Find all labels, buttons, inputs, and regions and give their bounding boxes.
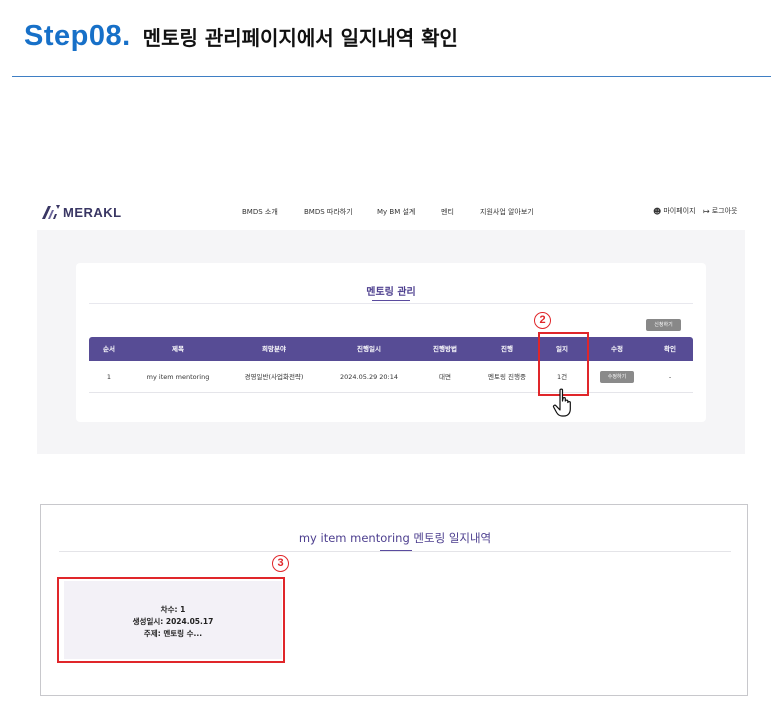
nav-bmds-intro[interactable]: BMDS 소개 bbox=[242, 207, 278, 217]
col-order: 순서 bbox=[103, 345, 115, 353]
step-title: 멘토링 관리페이지에서 일지내역 확인 bbox=[142, 26, 458, 50]
user-icon: ☻ bbox=[653, 206, 662, 216]
merakl-logo[interactable]: MERAKL bbox=[41, 204, 122, 220]
header-divider bbox=[12, 76, 771, 77]
logout-label: 로그아웃 bbox=[711, 207, 738, 215]
col-subject: 제목 bbox=[172, 345, 184, 353]
mypage-label: 마이페이지 bbox=[663, 207, 696, 215]
cell-method: 대면 bbox=[439, 373, 451, 381]
merakl-logo-icon bbox=[42, 205, 60, 219]
hand-pointer-icon bbox=[552, 388, 571, 417]
col-status: 진행 bbox=[501, 345, 513, 353]
page-header: Step08. 멘토링 관리페이지에서 일지내역 확인 bbox=[24, 20, 458, 53]
journal-title: my item mentoring 멘토링 일지내역 bbox=[298, 531, 492, 545]
nav-support-programs[interactable]: 지원사업 알아보기 bbox=[480, 207, 534, 217]
logout-link[interactable]: ↦ 로그아웃 bbox=[703, 206, 737, 216]
cell-subject: my item mentoring bbox=[146, 373, 210, 381]
journal-column-highlight bbox=[538, 332, 589, 396]
edit-button[interactable]: 수정하기 bbox=[600, 371, 634, 383]
table-header: 순서 제목 희망분야 진행일시 진행방법 진행 일지 수정 확인 bbox=[89, 337, 693, 361]
mypage-link[interactable]: ☻ 마이페이지 bbox=[653, 206, 696, 216]
col-datetime: 진행일시 bbox=[357, 345, 381, 353]
nav-mentee[interactable]: 멘티 bbox=[441, 207, 454, 217]
table-row: 1 my item mentoring 경영일반(사업화전략) 2024.05.… bbox=[89, 361, 693, 393]
col-field: 희망분야 bbox=[262, 345, 286, 353]
journal-divider bbox=[59, 551, 731, 552]
mentoring-management-screenshot: MERAKL BMDS 소개 BMDS 따라하기 My BM 설계 멘티 지원사… bbox=[37, 194, 745, 454]
annotation-badge-2: 2 bbox=[534, 312, 551, 329]
logo-text: MERAKL bbox=[63, 204, 122, 220]
logout-icon: ↦ bbox=[703, 206, 710, 216]
step-number: Step08. bbox=[24, 20, 131, 52]
nav-bmds-follow[interactable]: BMDS 따라하기 bbox=[304, 207, 353, 217]
col-method: 진행방법 bbox=[433, 345, 457, 353]
title-underline bbox=[372, 300, 410, 301]
card-divider bbox=[89, 303, 693, 304]
cell-status: 멘토링 진행중 bbox=[488, 373, 526, 381]
cell-field: 경영일반(사업화전략) bbox=[244, 373, 304, 381]
mentoring-title: 멘토링 관리 bbox=[366, 287, 416, 298]
annotation-badge-3: 3 bbox=[272, 555, 289, 572]
cell-datetime: 2024.05.29 20:14 bbox=[339, 373, 399, 381]
journal-entry-highlight bbox=[57, 577, 285, 663]
apply-button[interactable]: 신청하기 bbox=[646, 319, 681, 331]
mentoring-card: 멘토링 관리 신청하기 순서 제목 희망분야 진행일시 진행방법 진행 일지 수… bbox=[76, 263, 706, 422]
nav-my-bm-design[interactable]: My BM 설계 bbox=[377, 207, 415, 217]
col-edit: 수정 bbox=[611, 345, 623, 353]
cell-confirm: - bbox=[668, 373, 672, 381]
top-navbar: MERAKL BMDS 소개 BMDS 따라하기 My BM 설계 멘티 지원사… bbox=[37, 194, 745, 230]
cell-order: 1 bbox=[106, 373, 112, 381]
col-confirm: 확인 bbox=[664, 345, 676, 353]
